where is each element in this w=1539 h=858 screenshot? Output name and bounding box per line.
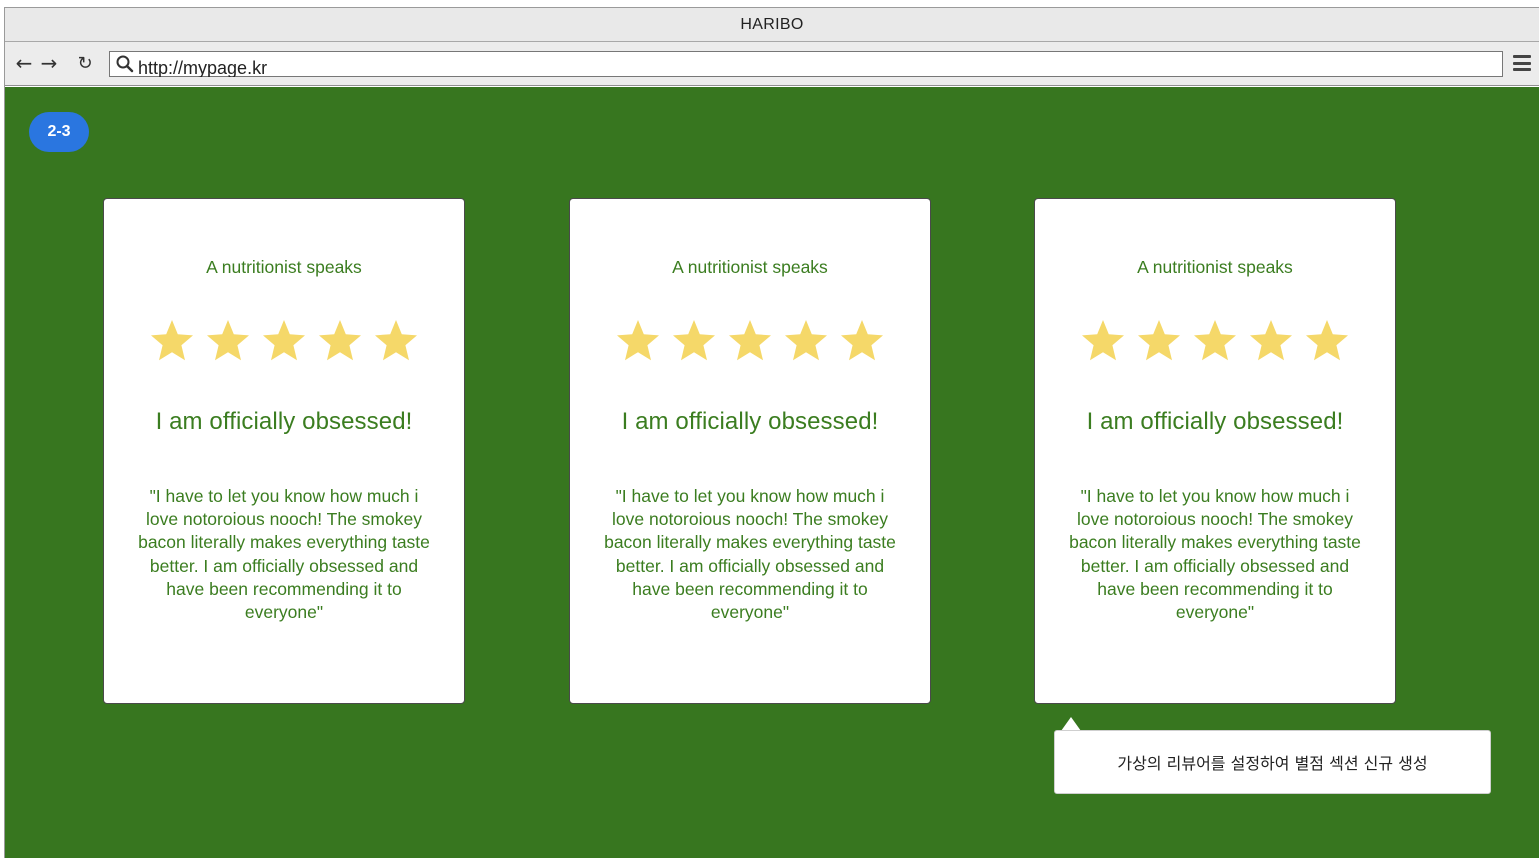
- star-icon: [204, 317, 252, 365]
- back-arrow-icon[interactable]: ←: [13, 51, 35, 75]
- star-icon: [1135, 317, 1183, 365]
- star-icon: [782, 317, 830, 365]
- star-icon: [670, 317, 718, 365]
- star-rating: [1035, 317, 1395, 377]
- page-content: 2-3 A nutritionist speaks I am officiall…: [5, 87, 1539, 858]
- star-icon: [372, 317, 420, 365]
- star-icon: [316, 317, 364, 365]
- review-headline: I am officially obsessed!: [621, 408, 879, 435]
- review-quote: "I have to let you know how much i love …: [138, 486, 430, 623]
- tooltip-arrow: [1061, 717, 1081, 731]
- address-bar[interactable]: [109, 51, 1503, 77]
- star-icon: [148, 317, 196, 365]
- step-badge: 2-3: [29, 112, 89, 152]
- review-card: A nutritionist speaks I am officially ob…: [103, 198, 465, 704]
- review-subtitle: A nutritionist speaks: [1137, 257, 1293, 277]
- star-icon: [1247, 317, 1295, 365]
- star-icon: [1191, 317, 1239, 365]
- star-icon: [1079, 317, 1127, 365]
- title-bar: HARIBO: [5, 8, 1539, 42]
- browser-toolbar: ← → ↻: [5, 42, 1539, 86]
- window-title: HARIBO: [740, 15, 804, 33]
- review-subtitle: A nutritionist speaks: [672, 257, 828, 277]
- review-subtitle: A nutritionist speaks: [206, 257, 362, 277]
- annotation-tooltip: 가상의 리뷰어를 설정하여 별점 섹션 신규 생성: [1054, 730, 1491, 794]
- star-icon: [726, 317, 774, 365]
- review-quote: "I have to let you know how much i love …: [604, 486, 896, 623]
- star-icon: [1303, 317, 1351, 365]
- review-headline: I am officially obsessed!: [1086, 408, 1344, 435]
- url-input[interactable]: [138, 53, 1478, 77]
- review-quote: "I have to let you know how much i love …: [1069, 486, 1361, 623]
- review-card: A nutritionist speaks I am officially ob…: [569, 198, 931, 704]
- menu-icon[interactable]: [1509, 52, 1535, 74]
- browser-window: HARIBO ← → ↻ 2-3 A nutritionist speaks I…: [4, 7, 1539, 858]
- forward-arrow-icon[interactable]: →: [38, 51, 60, 75]
- star-rating: [570, 317, 930, 377]
- star-icon: [838, 317, 886, 365]
- reload-icon[interactable]: ↻: [74, 52, 96, 74]
- star-icon: [260, 317, 308, 365]
- review-card: A nutritionist speaks I am officially ob…: [1034, 198, 1396, 704]
- search-icon: [115, 54, 135, 74]
- star-icon: [614, 317, 662, 365]
- review-headline: I am officially obsessed!: [155, 408, 413, 435]
- star-rating: [104, 317, 464, 377]
